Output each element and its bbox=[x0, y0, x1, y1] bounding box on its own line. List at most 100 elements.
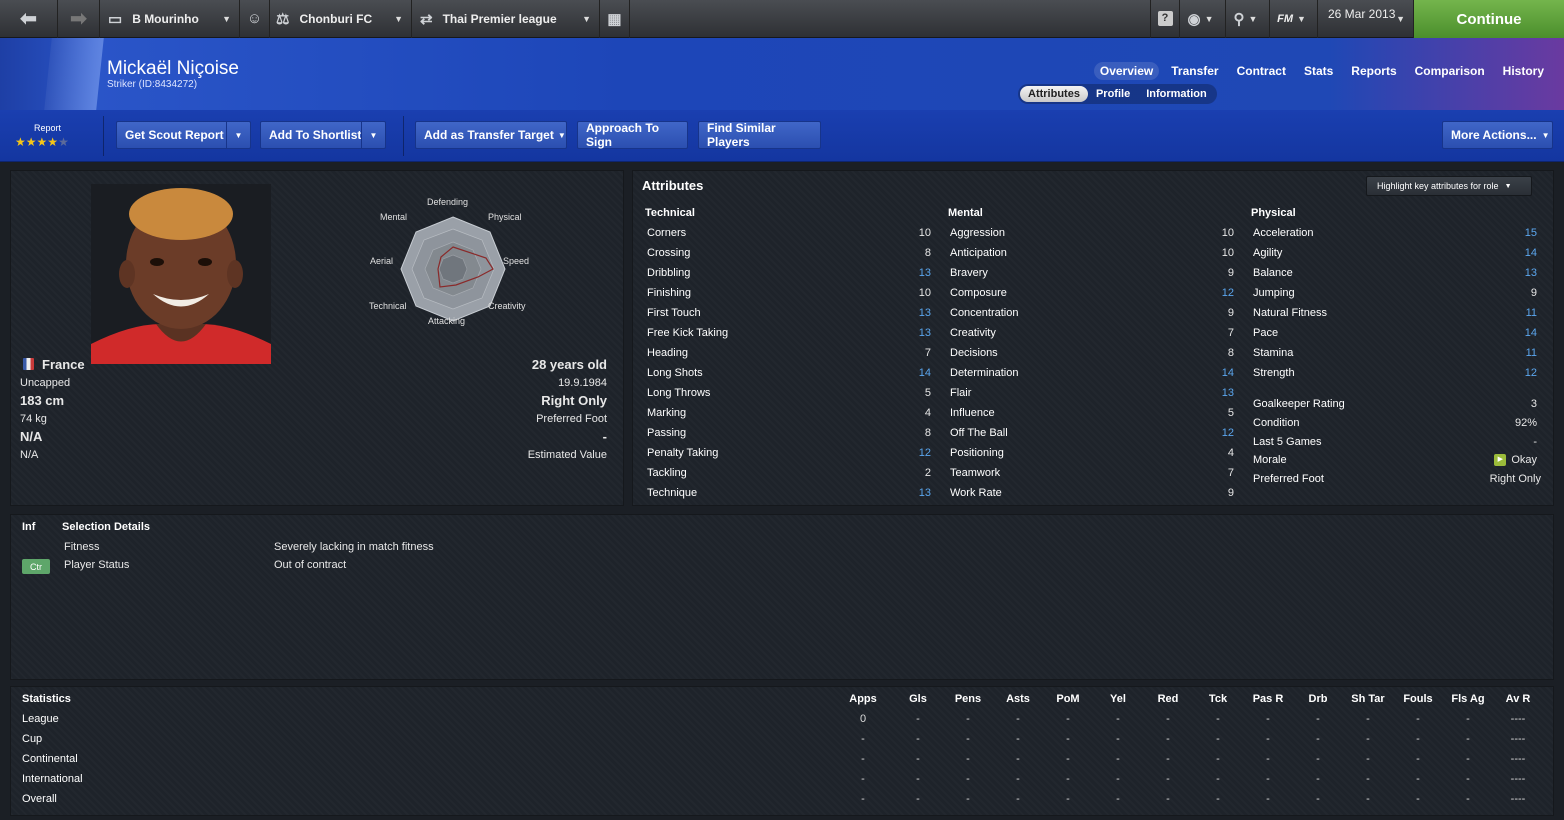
attribute-row[interactable]: Finishing 10 bbox=[647, 283, 931, 303]
stats-column-header[interactable]: Red bbox=[1148, 693, 1188, 705]
manager-menu[interactable]: ▭ B Mourinho ▼ bbox=[100, 0, 240, 38]
stats-column-header[interactable]: Yel bbox=[1098, 693, 1138, 705]
date-menu[interactable]: 26 Mar 2013 ▼ bbox=[1318, 0, 1414, 38]
attribute-row[interactable]: Long Shots 14 bbox=[647, 363, 931, 383]
chevron-down-icon[interactable]: ▼ bbox=[226, 122, 250, 148]
stats-column-header[interactable]: Drb bbox=[1298, 693, 1338, 705]
attribute-row[interactable]: Balance 13 bbox=[1253, 263, 1537, 283]
attribute-row[interactable]: Concentration 9 bbox=[950, 303, 1234, 323]
nationality[interactable]: France bbox=[42, 357, 85, 372]
stats-column-header[interactable]: Fls Ag bbox=[1448, 693, 1488, 705]
tab-transfer[interactable]: Transfer bbox=[1165, 62, 1224, 80]
attribute-name: Corners bbox=[647, 227, 687, 239]
calendar-button[interactable]: ▦ bbox=[600, 0, 630, 38]
tab-reports[interactable]: Reports bbox=[1345, 62, 1402, 80]
attribute-value: 13 bbox=[918, 307, 931, 319]
attribute-row[interactable]: Marking 4 bbox=[647, 403, 931, 423]
stats-cell: - bbox=[1166, 713, 1170, 725]
forward-button[interactable]: ➡ bbox=[58, 0, 100, 38]
attribute-row[interactable]: Off The Ball 12 bbox=[950, 423, 1234, 443]
stats-column-header[interactable]: Asts bbox=[998, 693, 1038, 705]
attribute-row[interactable]: Long Throws 5 bbox=[647, 383, 931, 403]
people-button[interactable]: ☺ bbox=[240, 0, 270, 38]
stats-column-header[interactable]: Fouls bbox=[1398, 693, 1438, 705]
chevron-down-icon: ▼ bbox=[222, 13, 231, 24]
highlight-attributes-button[interactable]: Highlight key attributes for role ▼ bbox=[1366, 176, 1532, 196]
attribute-row[interactable]: Crossing 8 bbox=[647, 243, 931, 263]
attribute-row[interactable]: Natural Fitness 11 bbox=[1253, 303, 1537, 323]
attribute-row[interactable]: Pace 14 bbox=[1253, 323, 1537, 343]
attribute-value: 13 bbox=[918, 267, 931, 279]
stats-column-header[interactable]: Av R bbox=[1498, 693, 1538, 705]
subtab-profile[interactable]: Profile bbox=[1088, 86, 1138, 102]
attribute-row[interactable]: Corners 10 bbox=[647, 223, 931, 243]
attribute-row[interactable]: Tackling 2 bbox=[647, 463, 931, 483]
attribute-value: 10 bbox=[1221, 247, 1234, 259]
attribute-row[interactable]: Teamwork 7 bbox=[950, 463, 1234, 483]
attribute-name: Aggression bbox=[950, 227, 1006, 239]
selection-details-title: Selection Details bbox=[62, 521, 151, 533]
tab-comparison[interactable]: Comparison bbox=[1409, 62, 1491, 80]
attribute-row[interactable]: Jumping 9 bbox=[1253, 283, 1537, 303]
approach-to-sign-button[interactable]: Approach To Sign bbox=[577, 121, 688, 149]
tab-history[interactable]: History bbox=[1497, 62, 1550, 80]
attribute-row[interactable]: Agility 14 bbox=[1253, 243, 1537, 263]
chevron-down-icon[interactable]: ▼ bbox=[361, 122, 385, 148]
stats-column-header[interactable]: Sh Tar bbox=[1348, 693, 1388, 705]
stats-cell: ---- bbox=[1510, 773, 1526, 785]
attribute-row[interactable]: Creativity 7 bbox=[950, 323, 1234, 343]
stats-column-header[interactable]: Gls bbox=[898, 693, 938, 705]
stats-column-header[interactable]: Pas R bbox=[1248, 693, 1288, 705]
attribute-row[interactable]: Aggression 10 bbox=[950, 223, 1234, 243]
stats-cell: - bbox=[1366, 713, 1370, 725]
attribute-row[interactable]: Work Rate 9 bbox=[950, 483, 1234, 503]
attribute-row[interactable]: Free Kick Taking 13 bbox=[647, 323, 931, 343]
add-to-shortlist-button[interactable]: Add To Shortlist ▼ bbox=[260, 121, 386, 149]
club-menu[interactable]: ⚖ Chonburi FC ▼ bbox=[270, 0, 412, 38]
stats-column-header[interactable]: Pens bbox=[948, 693, 988, 705]
subtab-information[interactable]: Information bbox=[1138, 86, 1215, 102]
fm-menu[interactable]: FM ▼ bbox=[1270, 0, 1318, 38]
attribute-row[interactable]: Composure 12 bbox=[950, 283, 1234, 303]
attribute-row[interactable]: Heading 7 bbox=[647, 343, 931, 363]
stats-column-header[interactable]: Apps bbox=[843, 693, 883, 705]
tab-overview[interactable]: Overview bbox=[1093, 62, 1160, 80]
subtab-attributes[interactable]: Attributes bbox=[1020, 86, 1088, 102]
search-menu[interactable]: ⚲ ▼ bbox=[1226, 0, 1270, 38]
attribute-row[interactable]: Determination 14 bbox=[950, 363, 1234, 383]
attribute-row[interactable]: Influence 5 bbox=[950, 403, 1234, 423]
attribute-row[interactable]: Strength 12 bbox=[1253, 363, 1537, 383]
attribute-row[interactable]: Decisions 8 bbox=[950, 343, 1234, 363]
attribute-row[interactable]: Flair 13 bbox=[950, 383, 1234, 403]
attribute-row[interactable]: Anticipation 10 bbox=[950, 243, 1234, 263]
stats-column-header[interactable]: PoM bbox=[1048, 693, 1088, 705]
help-button[interactable]: ? bbox=[1150, 0, 1180, 38]
add-transfer-target-button[interactable]: Add as Transfer Target ▼ bbox=[415, 121, 567, 149]
attribute-row[interactable]: Stamina 11 bbox=[1253, 343, 1537, 363]
continue-button[interactable]: Continue bbox=[1414, 0, 1564, 38]
attribute-row[interactable]: Dribbling 13 bbox=[647, 263, 931, 283]
back-button[interactable]: ⬅ bbox=[0, 0, 58, 38]
attribute-row[interactable]: Penalty Taking 12 bbox=[647, 443, 931, 463]
more-actions-button[interactable]: More Actions... ▼ bbox=[1442, 121, 1553, 149]
get-scout-report-button[interactable]: Get Scout Report ▼ bbox=[116, 121, 251, 149]
attribute-row[interactable]: Acceleration 15 bbox=[1253, 223, 1537, 243]
attribute-row[interactable]: Passing 8 bbox=[647, 423, 931, 443]
league-menu[interactable]: ⇄ Thai Premier league ▼ bbox=[412, 0, 600, 38]
attribute-row[interactable]: Bravery 9 bbox=[950, 263, 1234, 283]
stats-cell: - bbox=[1016, 733, 1020, 745]
world-menu[interactable]: ◉ ▼ bbox=[1180, 0, 1226, 38]
stats-column-header[interactable]: Tck bbox=[1198, 693, 1238, 705]
find-similar-players-button[interactable]: Find Similar Players bbox=[698, 121, 821, 149]
tab-stats[interactable]: Stats bbox=[1298, 62, 1339, 80]
attribute-row[interactable]: Positioning 4 bbox=[950, 443, 1234, 463]
attribute-row[interactable]: Technique 13 bbox=[647, 483, 931, 503]
nation-flag-icon bbox=[23, 358, 34, 370]
tab-contract[interactable]: Contract bbox=[1231, 62, 1292, 80]
info-value-wrap: 92% bbox=[1515, 417, 1537, 429]
star-empty-icon: ★ bbox=[58, 135, 69, 149]
attribute-name: Influence bbox=[950, 407, 995, 419]
weight: 74 kg bbox=[20, 413, 47, 425]
attribute-row[interactable]: First Touch 13 bbox=[647, 303, 931, 323]
stats-cell: - bbox=[1266, 753, 1270, 765]
